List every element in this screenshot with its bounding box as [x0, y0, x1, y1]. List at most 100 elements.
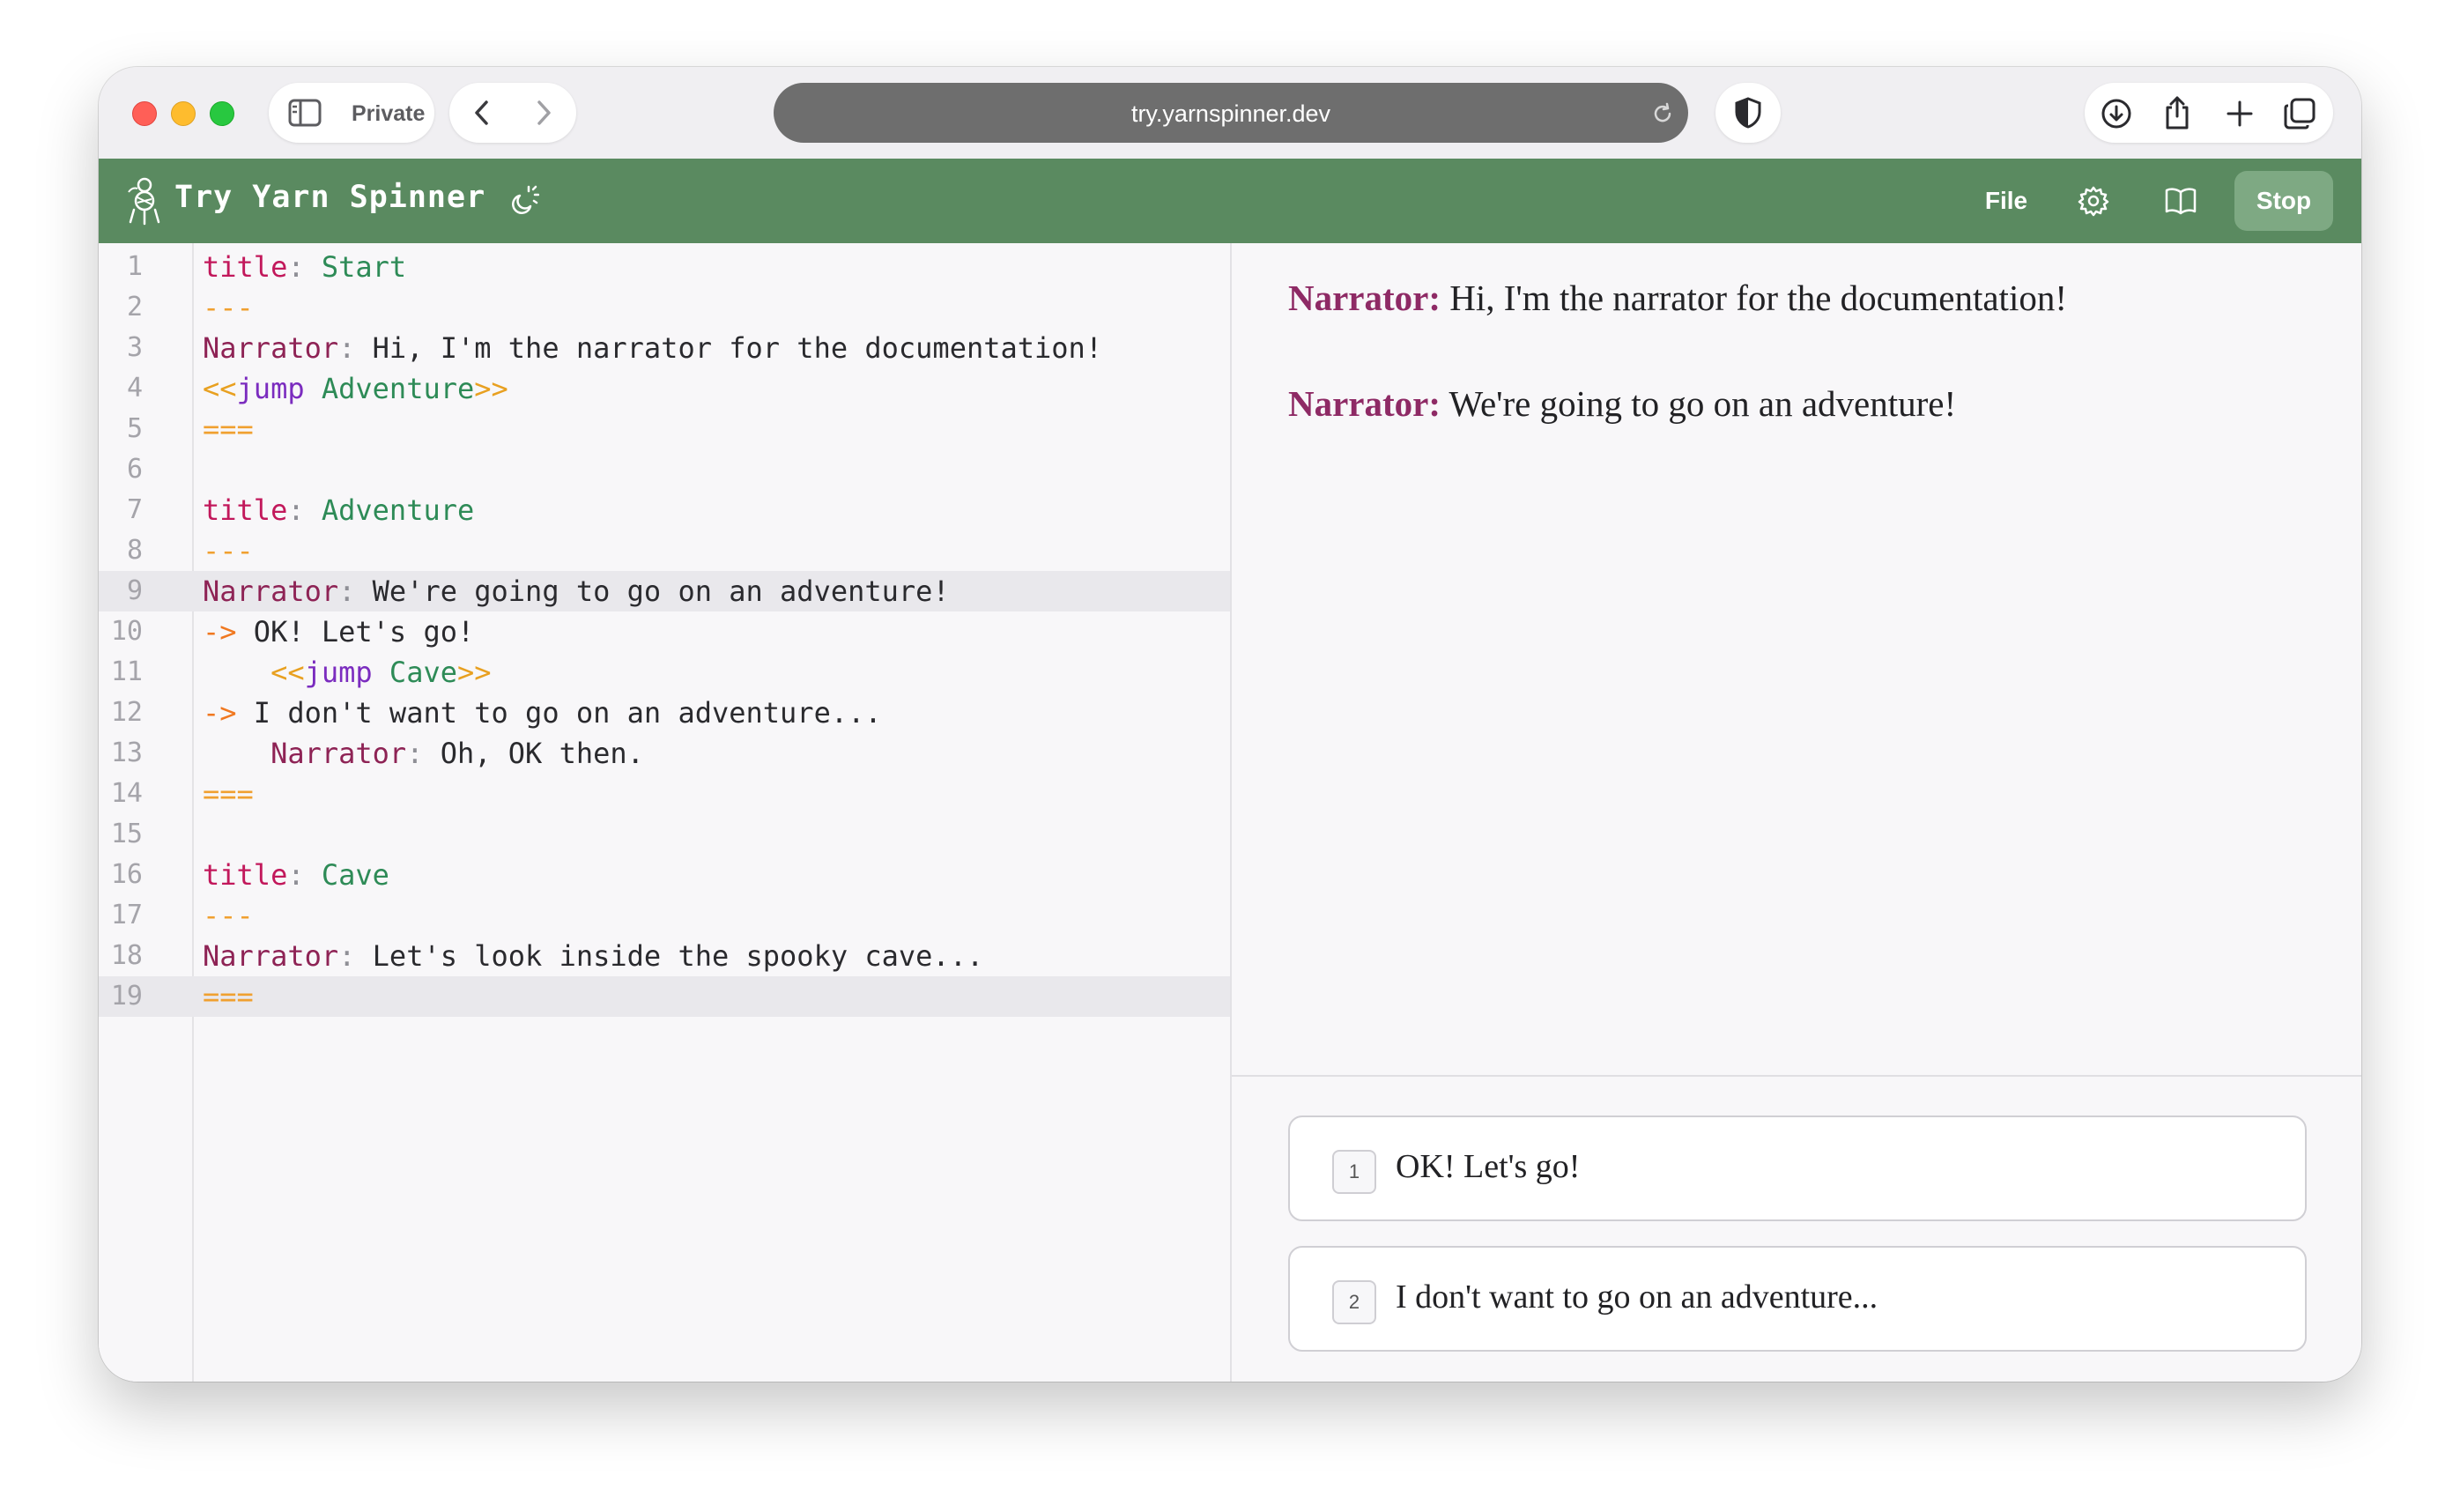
zoom-window-button[interactable] [210, 101, 234, 126]
code-line[interactable]: 11 <<jump Cave>> [99, 652, 1230, 693]
code-line[interactable]: 15 [99, 814, 1230, 855]
line-number: 3 [126, 332, 143, 363]
forward-icon[interactable] [529, 99, 557, 127]
line-number: 16 [110, 859, 143, 890]
code-text: -> OK! Let's go! [203, 611, 474, 652]
line-number: 4 [126, 373, 143, 404]
option-number-badge: 2 [1332, 1280, 1376, 1324]
close-window-button[interactable] [132, 101, 157, 126]
code-line[interactable]: 12 -> I don't want to go on an adventure.… [99, 693, 1230, 733]
code-token: Adventure [304, 493, 475, 527]
option-number-badge: 1 [1332, 1150, 1376, 1194]
line-number: 15 [110, 819, 143, 849]
code-token: Hi, I'm the narrator for the documentati… [355, 331, 1103, 365]
code-token: : [406, 737, 424, 770]
code-token: -> [203, 696, 237, 730]
code-line[interactable]: 4 <<jump Adventure>> [99, 368, 1230, 409]
code-line[interactable]: 19 === [99, 976, 1230, 1017]
download-icon[interactable] [2101, 98, 2132, 130]
code-line[interactable]: 17 --- [99, 895, 1230, 936]
code-line[interactable]: 3 Narrator: Hi, I'm the narrator for the … [99, 328, 1230, 368]
code-text: Narrator: We're going to go on an advent… [203, 571, 950, 611]
line-number: 8 [126, 535, 143, 566]
code-token: >> [456, 656, 492, 689]
option-text: OK! Let's go! [1396, 1148, 1581, 1185]
line-number: 10 [110, 616, 143, 647]
sidebar-toggle-button[interactable]: Private [269, 83, 434, 143]
code-line[interactable]: 9 Narrator: We're going to go on an adven… [99, 571, 1230, 611]
address-bar[interactable]: try.yarnspinner.dev [774, 83, 1688, 143]
option-text: I don't want to go on an adventure... [1396, 1279, 1878, 1316]
code-line[interactable]: 6 [99, 449, 1230, 490]
line-number: 13 [110, 737, 143, 768]
code-text: <<jump Adventure>> [203, 368, 508, 409]
code-text: --- [203, 895, 254, 936]
line-number: 6 [126, 454, 143, 485]
code-text: --- [203, 287, 254, 328]
code-token: jump [236, 372, 305, 405]
stop-button[interactable]: Stop [2234, 171, 2333, 231]
shield-icon [1735, 97, 1761, 129]
code-token: << [270, 656, 305, 689]
back-icon[interactable] [469, 99, 497, 127]
line-number: 5 [126, 413, 143, 444]
code-line[interactable]: 2 --- [99, 287, 1230, 328]
code-editor[interactable]: 1 title: Start 2 --- 3 Narrator: Hi, I'm the … [99, 243, 1232, 1382]
code-token: : [287, 493, 305, 527]
code-text: Narrator: Oh, OK then. [203, 733, 644, 774]
code-line[interactable]: 7 title: Adventure [99, 490, 1230, 530]
code-token: Adventure [304, 372, 475, 405]
code-line[interactable]: 5 === [99, 409, 1230, 449]
code-line[interactable]: 1 title: Start [99, 247, 1230, 287]
code-token: jump [304, 656, 373, 689]
line-number: 17 [110, 900, 143, 930]
line-number: 9 [126, 575, 143, 606]
toolbar-actions [2085, 83, 2333, 143]
code-text: === [203, 409, 254, 449]
code-token: -> [203, 615, 237, 649]
dialogue-preview-panel: Narrator: Hi, I'm the narrator for the d… [1232, 243, 2361, 1382]
share-icon[interactable] [2162, 95, 2192, 130]
code-text: Narrator: Hi, I'm the narrator for the d… [203, 328, 1102, 368]
code-text: title: Cave [203, 855, 389, 895]
code-token: === [203, 777, 254, 811]
code-token: >> [474, 372, 508, 405]
code-line[interactable]: 13 Narrator: Oh, OK then. [99, 733, 1230, 774]
line-number: 2 [126, 292, 143, 322]
dialogue-line: Narrator: Hi, I'm the narrator for the d… [1288, 277, 2067, 319]
code-line[interactable]: 14 === [99, 774, 1230, 814]
code-token: Narrator [203, 331, 339, 365]
new-tab-icon[interactable] [2226, 100, 2254, 128]
dialogue-speaker: Narrator: [1288, 278, 1441, 318]
browser-toolbar: Private try.yarnspinner.dev [99, 67, 2361, 159]
settings-gear-icon[interactable] [2078, 185, 2109, 217]
code-token: === [203, 980, 254, 1013]
line-number: 1 [126, 251, 143, 282]
code-token: Cave [304, 858, 389, 892]
code-token: --- [203, 899, 254, 932]
code-token: title [203, 493, 288, 527]
code-text: title: Start [203, 247, 406, 287]
code-line[interactable]: 10 -> OK! Let's go! [99, 611, 1230, 652]
minimize-window-button[interactable] [171, 101, 196, 126]
code-line[interactable]: 8 --- [99, 530, 1230, 571]
code-text: Narrator: Let's look inside the spooky c… [203, 936, 983, 976]
privacy-report-button[interactable] [1715, 83, 1781, 143]
line-number: 18 [110, 940, 143, 971]
dialogue-option-button[interactable]: 1 OK! Let's go! [1288, 1115, 2307, 1221]
code-line[interactable]: 16 title: Cave [99, 855, 1230, 895]
code-token: Start [304, 250, 407, 284]
tab-overview-icon[interactable] [2284, 98, 2316, 130]
file-menu-button[interactable]: File [1958, 171, 2055, 231]
line-number: 7 [126, 494, 143, 525]
code-text: -> I don't want to go on an adventure... [203, 693, 882, 733]
reload-icon[interactable] [1651, 102, 1674, 125]
theme-toggle-icon[interactable] [508, 185, 539, 217]
private-label: Private [352, 101, 426, 126]
code-line[interactable]: 18 Narrator: Let's look inside the spooky… [99, 936, 1230, 976]
documentation-book-icon[interactable] [2164, 187, 2197, 215]
dialogue-option-button[interactable]: 2 I don't want to go on an adventure... [1288, 1246, 2307, 1352]
yarn-spinner-logo-icon [128, 177, 160, 226]
